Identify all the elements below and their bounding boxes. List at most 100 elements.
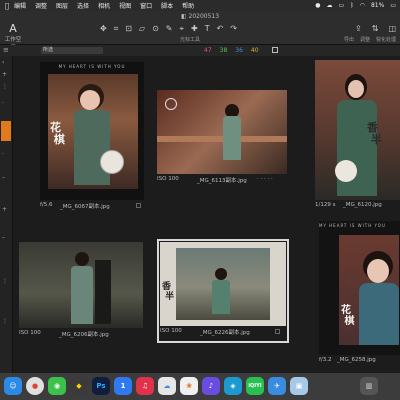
thumbnail-image[interactable] <box>19 242 143 328</box>
toolbar: A 工作空间 ✥ ⌗ ⊡ ▱ ⊙ ✎ ⌖ ✚ T ↶ ↷ 光标工具 ⇪ ⇅ ◫ … <box>0 22 400 51</box>
blue-tag-count[interactable]: 36 <box>235 45 243 56</box>
airplay-icon[interactable]: ▭ <box>338 2 344 9</box>
thumbnail-iso: ISO 100 <box>19 330 41 336</box>
chrome-icon[interactable]: ● <box>26 377 44 395</box>
photoshop-icon[interactable]: Ps <box>92 377 110 395</box>
red-tag-count[interactable]: 47 <box>204 45 212 56</box>
thumbnail-image[interactable]: MY HEART IS WITH YOU 花 棋 <box>40 62 144 200</box>
iqiyi-icon[interactable]: iQIYI <box>246 377 264 395</box>
active-panel-indicator[interactable] <box>1 121 11 141</box>
thumbnail-cell[interactable]: MY HEART IS WITH YOU 花 棋 f/5.6 _MG_6067副… <box>40 62 144 212</box>
thumbnail-cell[interactable]: MY HEART IS WITH YOU 花 棋 f/3.2 _MG_6258.… <box>319 221 400 371</box>
rating-stars[interactable]: · · · · · <box>257 176 273 182</box>
select-checkbox[interactable] <box>275 329 280 334</box>
menu-script[interactable]: 脚本 <box>161 1 173 10</box>
rail-dot-icon[interactable]: ⋮ <box>2 318 8 325</box>
brush-tool-icon[interactable]: ✎ <box>166 24 173 34</box>
thumbnail-cell[interactable]: ISO 100 _MG_6113副本.jpg · · · · · <box>157 90 287 212</box>
mask-tool-icon[interactable]: ⊙ <box>152 24 159 34</box>
toolbar-right: ⇪ ⇅ ◫ <box>355 24 396 33</box>
bluetooth-icon[interactable]: ᛒ <box>350 2 354 9</box>
rail-dash-icon[interactable]: – <box>2 174 5 181</box>
rail-dot-icon[interactable]: · <box>2 151 4 158</box>
sharpen-icon[interactable]: ◫ <box>388 24 396 33</box>
adjust-label: 调整 <box>359 37 370 43</box>
rail-dot-icon[interactable]: ⋮ <box>2 278 8 285</box>
thumbnail-cell[interactable]: ISO 100 _MG_6206副本.jpg <box>19 242 143 342</box>
grid-view-icon[interactable] <box>272 47 278 53</box>
thumbnail-filename: _MG_6067副本.jpg <box>60 204 110 210</box>
adjust-copy-icon[interactable]: ⇅ <box>372 24 379 33</box>
menu-view[interactable]: 视图 <box>119 1 131 10</box>
thumbnail-filename: _MG_6206副本.jpg <box>59 332 109 338</box>
menu-help[interactable]: 帮助 <box>182 1 194 10</box>
battery-percent[interactable]: 81% <box>371 2 384 9</box>
thumbnail-filename: _MG_6258.jpg <box>337 357 376 363</box>
add-icon[interactable]: + <box>2 71 7 78</box>
redo-icon[interactable]: ↷ <box>230 24 237 34</box>
add-icon[interactable]: + <box>2 206 7 213</box>
thumbnail-image[interactable]: 香 半 <box>160 242 286 326</box>
preview-icon[interactable]: ▣ <box>290 377 308 395</box>
heal-tool-icon[interactable]: ✚ <box>191 24 198 34</box>
wifi-icon[interactable]: ◠ <box>360 2 365 9</box>
penguin-icon[interactable]: ◆ <box>70 377 88 395</box>
color-tag-counts: 47 38 36 40 <box>204 45 259 56</box>
select-checkbox[interactable] <box>136 203 141 208</box>
toolbar-right-labels: 导出 调整 锐化处理 <box>344 36 396 43</box>
netease-music-icon[interactable]: ♫ <box>136 377 154 395</box>
stack-icon[interactable]: ≡ <box>3 45 9 56</box>
picker-tool-icon[interactable]: ⌖ <box>179 24 184 34</box>
menu-camera[interactable]: 相机 <box>98 1 110 10</box>
thumbnail-iso: ISO 100 <box>157 176 179 182</box>
sketch-icon[interactable]: ◈ <box>224 377 242 395</box>
cursor-tools: ✥ ⌗ ⊡ ▱ ⊙ ✎ ⌖ ✚ T ↶ ↷ <box>100 24 237 34</box>
menu-window[interactable]: 窗口 <box>140 1 152 10</box>
menu-adjust[interactable]: 调整 <box>35 1 47 10</box>
undo-icon[interactable]: ↶ <box>217 24 224 34</box>
left-tool-rail: ‹ + ⋮ · · – + – ⋮ ⋮ <box>0 56 13 373</box>
collapse-icon[interactable]: ‹ <box>2 59 4 66</box>
baidu-icon[interactable]: 1 <box>114 377 132 395</box>
text-tool-icon[interactable]: T <box>205 24 210 34</box>
thumbnail-aperture: f/3.2 <box>319 357 332 363</box>
keystone-tool-icon[interactable]: ▱ <box>139 24 145 34</box>
export-icon[interactable]: ⇪ <box>355 24 362 33</box>
window-title-bar: ◧ 20200513 <box>0 11 400 22</box>
rail-dot-icon[interactable]: · <box>2 100 4 107</box>
crop-tool-icon[interactable]: ⌗ <box>114 24 119 34</box>
menu-bar:  编辑 调整 图层 选择 相机 视图 窗口 脚本 帮助 ● ☁ ▭ ᛒ ◠ 8… <box>0 0 400 11</box>
thumbnail-cell-selected[interactable]: 香 半 ISO 100 _MG_6226副本.jpg <box>160 242 286 342</box>
itunes-icon[interactable]: ♪ <box>202 377 220 395</box>
trash-icon[interactable]: ▥ <box>360 377 378 395</box>
rail-dash-icon[interactable]: – <box>2 234 5 241</box>
session-icon: ◧ <box>180 13 189 20</box>
thumbnail-image[interactable]: 香 半 <box>315 60 400 200</box>
battery-icon[interactable]: ▭ <box>390 2 396 9</box>
thumbnail-image[interactable]: MY HEART IS WITH YOU 花 棋 <box>319 221 400 355</box>
menu-layer[interactable]: 图层 <box>56 1 68 10</box>
sharpen-label: 锐化处理 <box>375 37 396 43</box>
rail-dot-icon[interactable]: ⋮ <box>2 83 8 90</box>
finder-icon[interactable]: ☺ <box>4 377 22 395</box>
menu-edit[interactable]: 编辑 <box>14 1 26 10</box>
banner-text: MY HEART IS WITH YOU <box>319 223 386 228</box>
thumbnail-cell[interactable]: 香 半 1/129 s _MG_6120.jpg <box>315 60 400 212</box>
filter-select[interactable]: 所选 <box>41 47 103 54</box>
feishu-icon[interactable]: ✈ <box>268 377 286 395</box>
green-tag-count[interactable]: 38 <box>220 45 228 56</box>
thumbnail-filename: _MG_6226副本.jpg <box>200 330 250 336</box>
thumbnail-image[interactable] <box>157 90 287 174</box>
wechat-icon[interactable]: ◉ <box>48 377 66 395</box>
yellow-tag-count[interactable]: 40 <box>251 45 259 56</box>
wechat-status-icon[interactable]: ● <box>315 2 320 9</box>
banner-text: MY HEART IS WITH YOU <box>58 64 126 69</box>
straighten-tool-icon[interactable]: ⊡ <box>125 24 132 34</box>
pan-tool-icon[interactable]: ✥ <box>100 24 107 34</box>
apple-icon[interactable]:  <box>0 2 14 10</box>
workspace-icon: A <box>9 22 17 35</box>
baidu-netdisk-icon[interactable]: ☁ <box>158 377 176 395</box>
cloud-icon[interactable]: ☁ <box>326 2 332 9</box>
capture-one-icon[interactable]: ❀ <box>180 377 198 395</box>
menu-select[interactable]: 选择 <box>77 1 89 10</box>
